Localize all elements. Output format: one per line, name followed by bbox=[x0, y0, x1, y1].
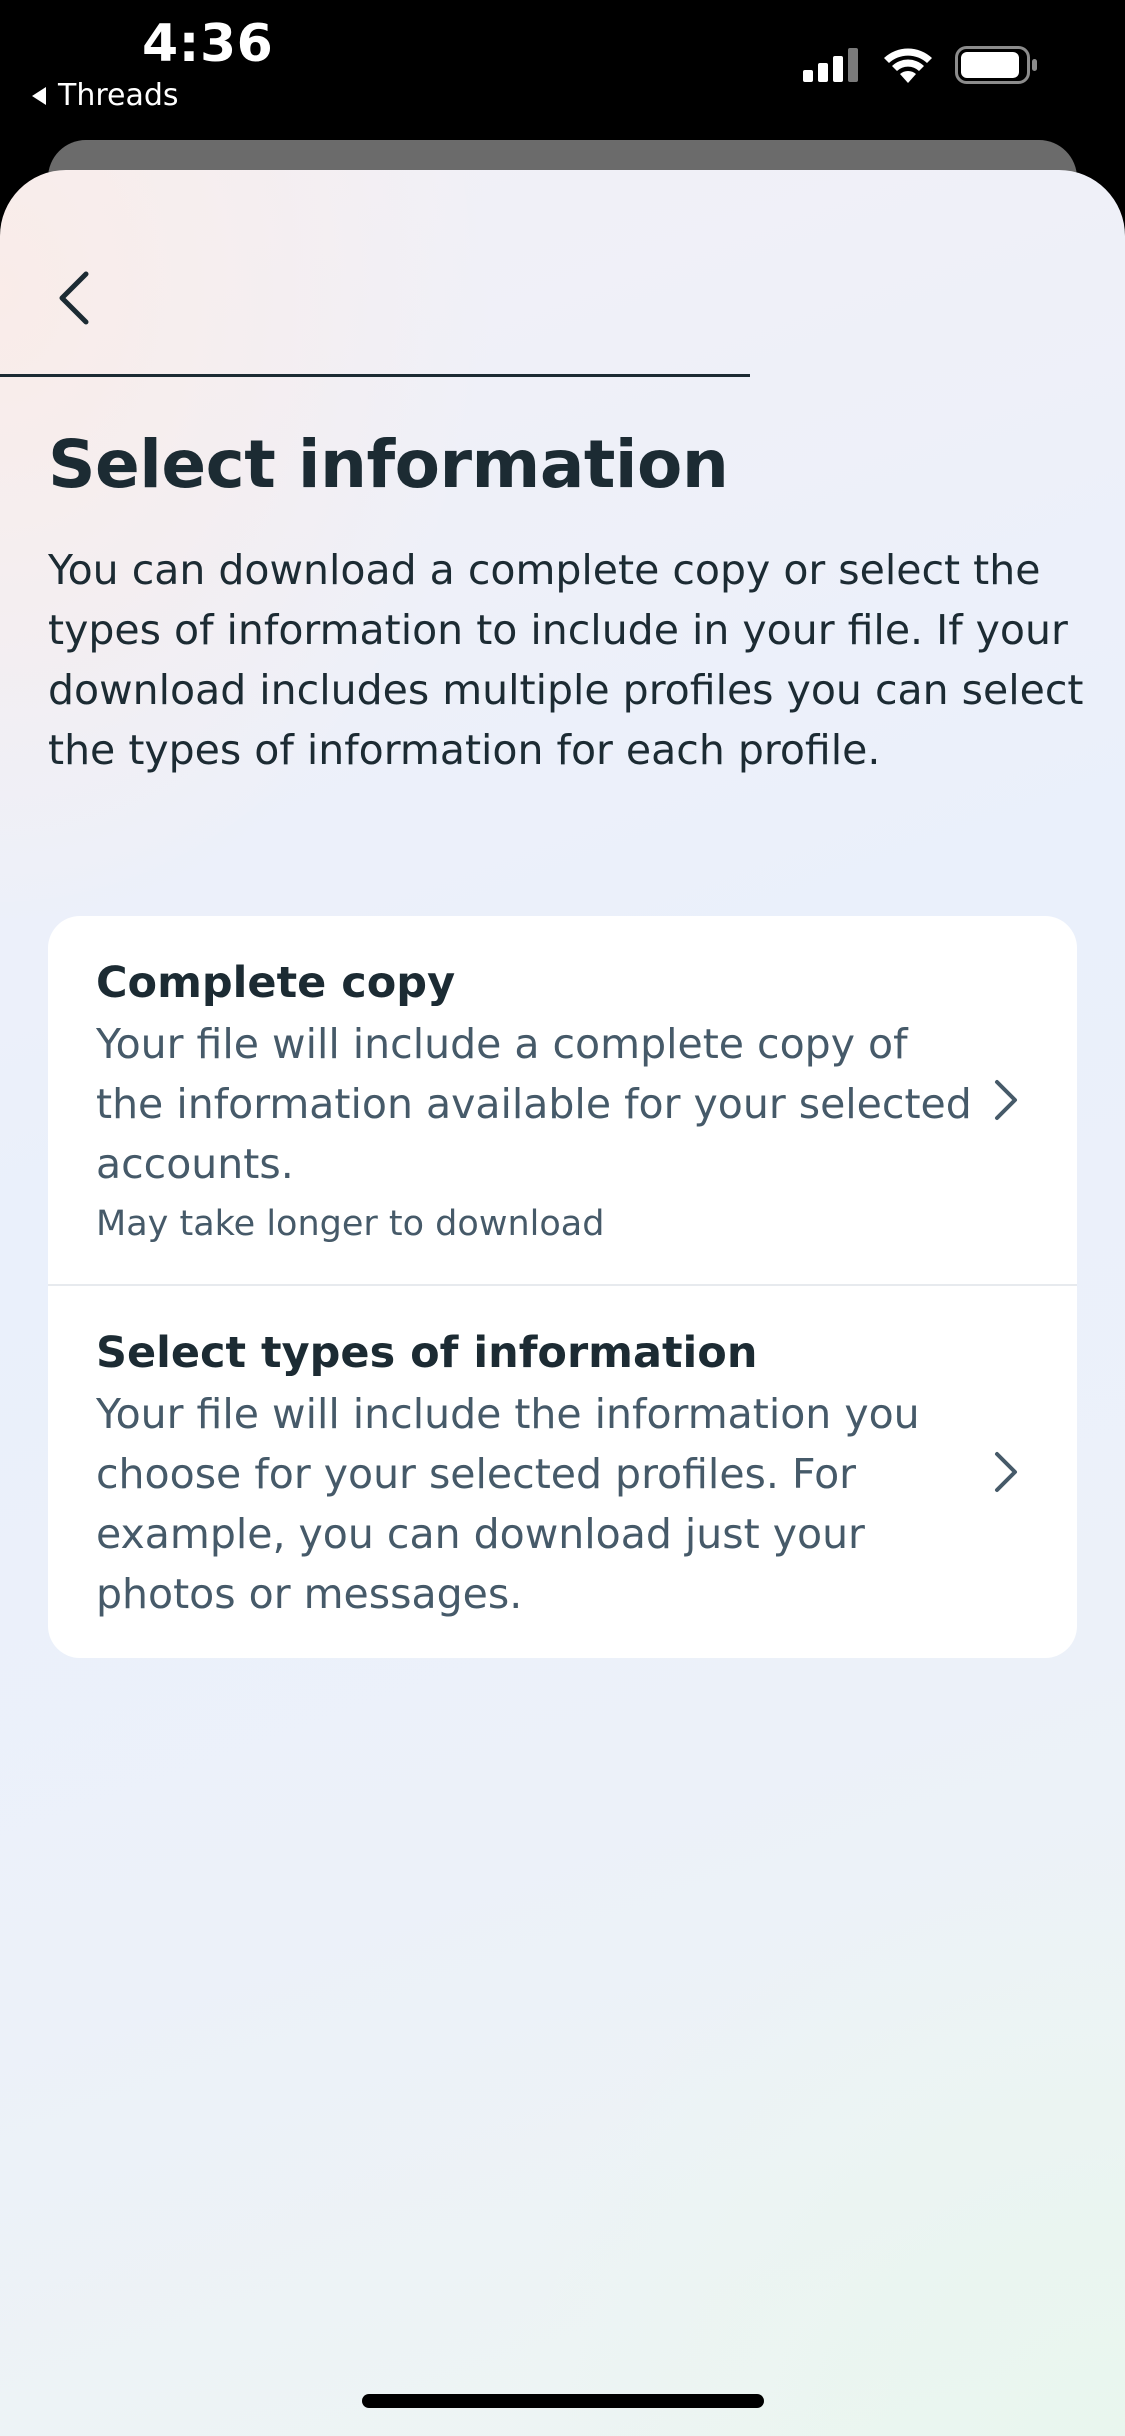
option-complete-copy[interactable]: Complete copy Your file will include a c… bbox=[48, 916, 1077, 1284]
back-to-app-link[interactable]: Threads bbox=[32, 78, 179, 113]
page-title: Select information bbox=[48, 426, 729, 503]
status-time: 4:36 bbox=[142, 14, 274, 74]
chevron-right-icon bbox=[995, 1452, 1017, 1492]
chevron-right-icon bbox=[995, 1080, 1017, 1120]
option-note: May take longer to download bbox=[96, 1204, 605, 1244]
back-button[interactable] bbox=[46, 266, 102, 330]
page-description: You can download a complete copy or sele… bbox=[48, 546, 1084, 774]
home-indicator[interactable] bbox=[362, 2394, 764, 2408]
modal-sheet: Select information You can download a co… bbox=[0, 170, 1125, 2436]
status-icons bbox=[803, 46, 1039, 84]
cellular-signal-icon bbox=[803, 48, 858, 82]
progress-indicator bbox=[0, 374, 751, 377]
option-title: Select types of information bbox=[96, 1328, 758, 1378]
option-description: Your file will include a complete copy o… bbox=[96, 1020, 972, 1188]
status-bar: 4:36 Threads bbox=[0, 0, 1125, 140]
back-triangle-icon bbox=[32, 86, 46, 105]
option-title: Complete copy bbox=[96, 958, 456, 1008]
chevron-left-icon bbox=[59, 271, 89, 325]
battery-icon bbox=[955, 46, 1037, 84]
option-select-types[interactable]: Select types of information Your file wi… bbox=[48, 1284, 1077, 1658]
back-to-app-label: Threads bbox=[58, 78, 179, 113]
options-card: Complete copy Your file will include a c… bbox=[48, 916, 1077, 1658]
option-description: Your file will include the information y… bbox=[96, 1390, 920, 1618]
wifi-icon bbox=[884, 48, 932, 83]
